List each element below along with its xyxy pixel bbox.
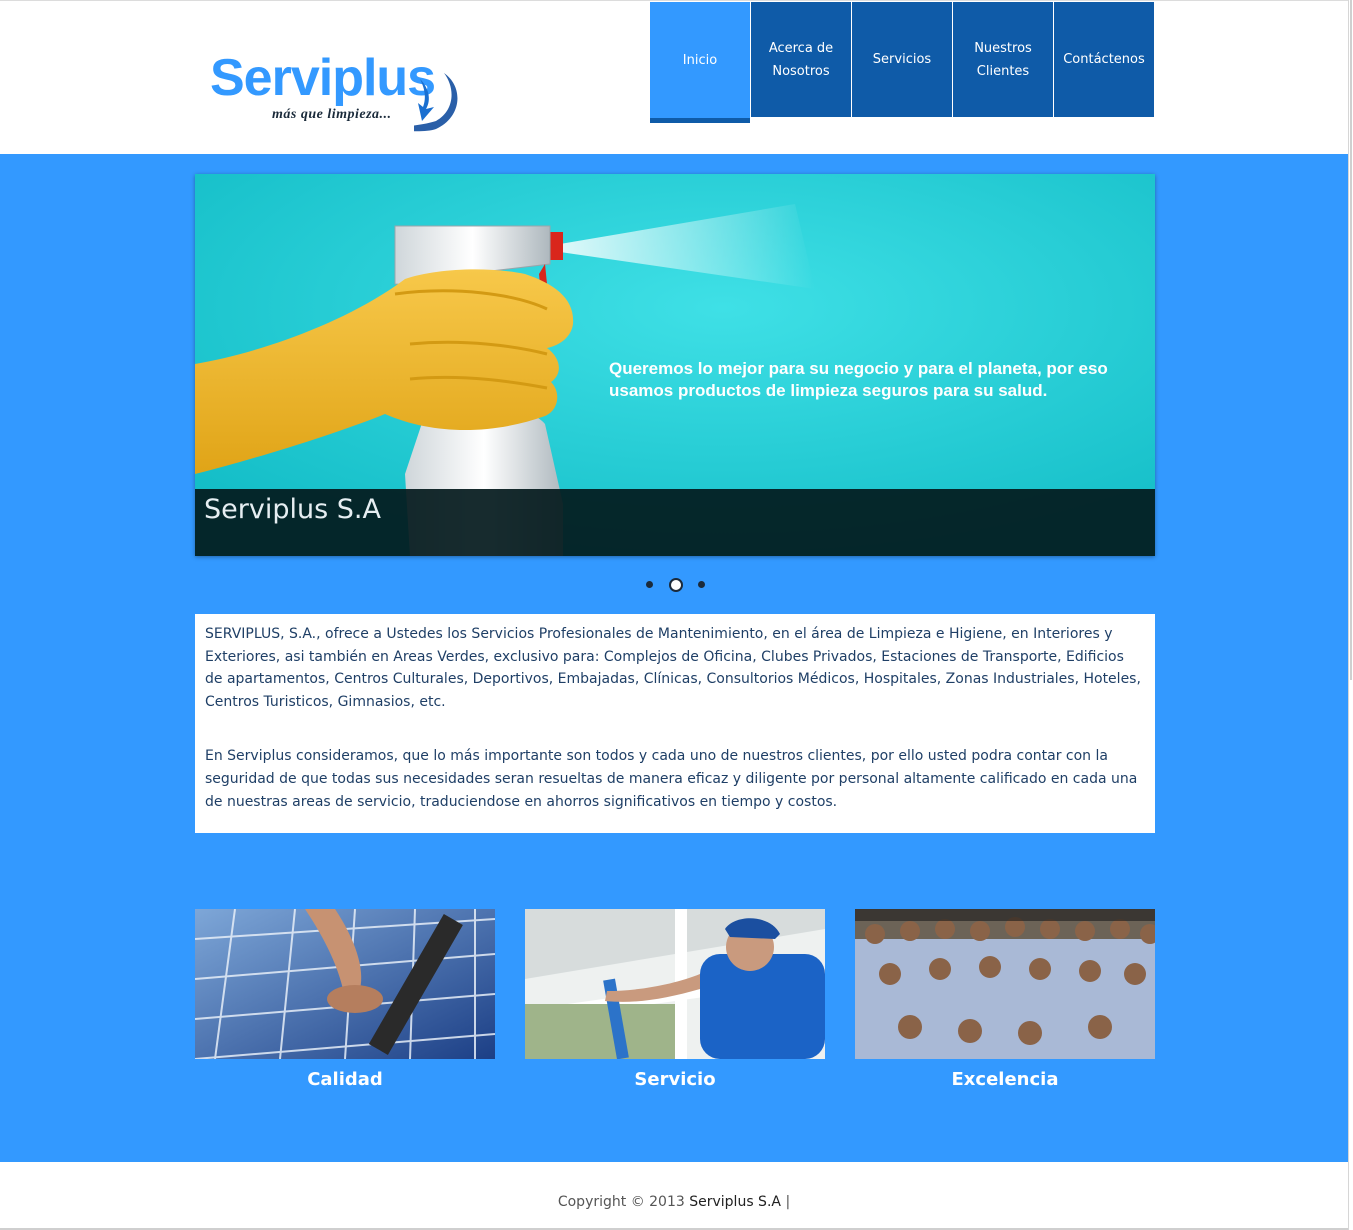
feature-image-solar-panel-cleaning[interactable] xyxy=(195,909,495,1059)
site-footer: Copyright © 2013 Serviplus S.A | xyxy=(0,1162,1348,1228)
feature-image-staff-group[interactable] xyxy=(855,909,1155,1059)
copyright-line: Copyright © 2013 Serviplus S.A | xyxy=(0,1194,1348,1210)
logo-wordmark: Serviplus xyxy=(210,49,436,107)
logo-tagline: más que limpieza... xyxy=(272,107,392,122)
copyright-text: Copyright © 2013 xyxy=(557,1194,685,1210)
logo-swoosh-icon xyxy=(414,73,458,132)
nav-item-servicios[interactable]: Servicios xyxy=(852,2,952,117)
feature-title: Servicio xyxy=(634,1069,716,1090)
nav-item-label: Contáctenos xyxy=(1063,52,1145,67)
feature-title: Excelencia xyxy=(951,1069,1059,1090)
feature-image-window-cleaning[interactable] xyxy=(525,909,825,1059)
slide-caption-bar: Serviplus S.A xyxy=(195,489,1155,556)
slider-dot-3[interactable] xyxy=(698,581,705,588)
slide-text: Queremos lo mejor para su negocio y para… xyxy=(609,359,1108,400)
logo[interactable]: Serviplus más que limpieza... xyxy=(208,49,468,141)
nav-item-acerca-de-nosotros[interactable]: Acerca de Nosotros xyxy=(751,2,851,117)
nav-item-label: Acerca de Nosotros xyxy=(768,40,834,79)
footer-separator: | xyxy=(785,1194,791,1210)
slider-dot-2[interactable] xyxy=(669,578,683,592)
site-header: Serviplus más que limpieza... Inicio Ace… xyxy=(0,1,1348,154)
hero-slider[interactable]: Queremos lo mejor para su negocio y para… xyxy=(195,174,1155,556)
footer-company-link[interactable]: Serviplus S.A xyxy=(689,1194,781,1210)
nav-item-contactenos[interactable]: Contáctenos xyxy=(1054,2,1154,117)
main-content: Queremos lo mejor para su negocio y para… xyxy=(0,154,1348,1162)
nav-item-label: Inicio xyxy=(682,52,718,68)
slider-pagination xyxy=(642,578,712,592)
intro-section: SERVIPLUS, S.A., ofrece a Ustedes los Se… xyxy=(195,614,1155,833)
nav-item-nuestros-clientes[interactable]: Nuestros Clientes xyxy=(953,2,1053,117)
scrollbar-thumb[interactable] xyxy=(1350,0,1352,680)
nav-item-inicio[interactable]: Inicio xyxy=(650,2,750,123)
feature-title: Calidad xyxy=(307,1069,383,1090)
nav-item-label: Servicios xyxy=(872,52,932,67)
intro-paragraph-1: SERVIPLUS, S.A., ofrece a Ustedes los Se… xyxy=(205,626,1141,710)
slider-dot-1[interactable] xyxy=(646,581,653,588)
nav-item-label: Nuestros Clientes xyxy=(974,40,1032,79)
page-scrollbar[interactable] xyxy=(1348,0,1353,1230)
intro-paragraph-2: En Serviplus consideramos, que lo más im… xyxy=(205,748,1138,810)
slide-caption-title: Serviplus S.A xyxy=(204,494,381,525)
